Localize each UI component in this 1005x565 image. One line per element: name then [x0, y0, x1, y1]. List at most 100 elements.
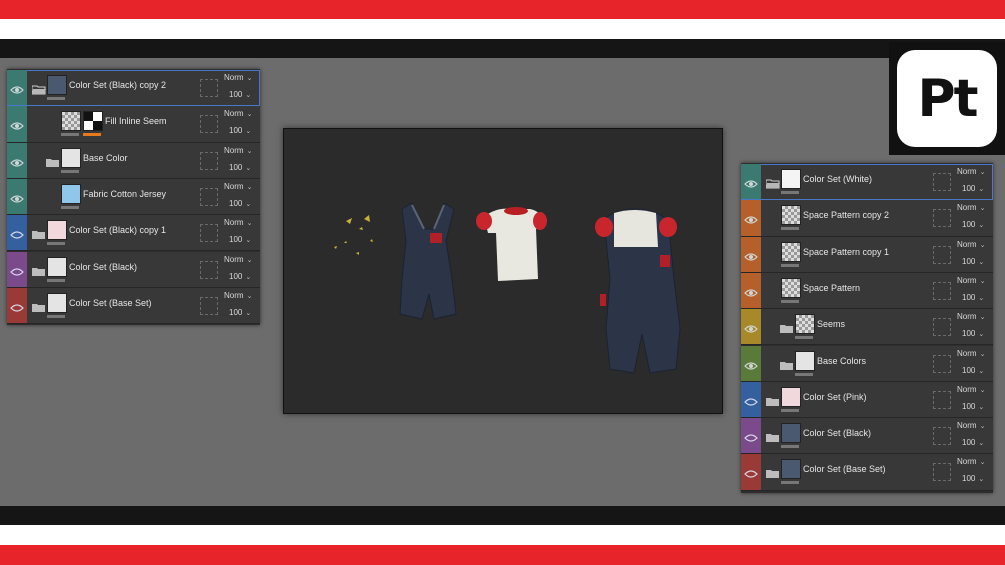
folder-icon[interactable]: [46, 155, 60, 167]
layer-row[interactable]: Seems Norm ⌄ 100 ⌄: [741, 309, 993, 346]
eye-icon[interactable]: [744, 358, 758, 370]
blend-mode-dropdown[interactable]: Norm ⌄: [957, 203, 985, 212]
opacity-dropdown[interactable]: 100 ⌄: [962, 257, 984, 266]
layer-mask-slot[interactable]: [200, 79, 218, 97]
layer-thumbnail[interactable]: [781, 423, 801, 444]
layer-row[interactable]: Fill Inline Seem Norm ⌄ 100 ⌄: [7, 106, 260, 143]
layer-thumbnail[interactable]: [781, 205, 801, 226]
folder-icon[interactable]: [766, 466, 780, 479]
layer-thumbnail[interactable]: [47, 220, 67, 241]
blend-mode-dropdown[interactable]: Norm ⌄: [957, 385, 985, 394]
blend-mode-dropdown[interactable]: Norm ⌄: [957, 312, 985, 321]
blend-mode-dropdown[interactable]: Norm ⌄: [957, 349, 985, 358]
opacity-dropdown[interactable]: 100 ⌄: [962, 220, 984, 229]
layer-mask-slot[interactable]: [200, 224, 218, 243]
opacity-dropdown[interactable]: 100 ⌄: [229, 199, 251, 208]
layer-thumbnail[interactable]: [61, 111, 81, 132]
opacity-dropdown[interactable]: 100 ⌄: [962, 329, 984, 338]
opacity-dropdown[interactable]: 100 ⌄: [962, 438, 984, 447]
layer-mask-slot[interactable]: [933, 318, 951, 337]
eye-closed-icon[interactable]: [744, 430, 758, 442]
opacity-dropdown[interactable]: 100 ⌄: [229, 126, 251, 135]
blend-mode-dropdown[interactable]: Norm ⌄: [957, 276, 985, 285]
layer-mask-slot[interactable]: [200, 115, 218, 134]
layer-row[interactable]: Base Color Norm ⌄ 100 ⌄: [7, 142, 260, 179]
layer-row[interactable]: Color Set (Base Set) Norm ⌄ 100 ⌄: [741, 454, 993, 491]
folder-icon[interactable]: [32, 300, 46, 312]
folder-icon[interactable]: [780, 358, 794, 370]
eye-icon[interactable]: [744, 285, 758, 297]
opacity-dropdown[interactable]: 100 ⌄: [229, 272, 251, 281]
eye-icon[interactable]: [744, 176, 758, 188]
layer-thumbnail[interactable]: [781, 386, 801, 407]
layer-row[interactable]: Color Set (White) Norm ⌄ 100 ⌄: [741, 164, 993, 201]
layer-thumbnail[interactable]: [47, 292, 67, 313]
folder-open-icon[interactable]: [765, 176, 780, 189]
layer-mask-slot[interactable]: [200, 187, 218, 206]
opacity-dropdown[interactable]: 100 ⌄: [962, 474, 984, 483]
opacity-dropdown[interactable]: 100 ⌄: [962, 184, 984, 193]
opacity-dropdown[interactable]: 100 ⌄: [229, 163, 251, 172]
layer-row[interactable]: Color Set (Black) copy 1 Norm ⌄ 100 ⌄: [7, 215, 260, 252]
layer-thumbnail[interactable]: [47, 256, 67, 277]
layer-mask-slot[interactable]: [200, 151, 218, 170]
blend-mode-dropdown[interactable]: Norm ⌄: [957, 240, 985, 249]
blend-mode-dropdown[interactable]: Norm ⌄: [224, 73, 252, 82]
layer-row[interactable]: Color Set (Base Set) Norm ⌄ 100 ⌄: [7, 287, 260, 325]
blend-mode-dropdown[interactable]: Norm ⌄: [957, 421, 985, 430]
blend-mode-dropdown[interactable]: Norm ⌄: [224, 146, 252, 155]
folder-icon[interactable]: [766, 394, 780, 406]
blend-mode-dropdown[interactable]: Norm ⌄: [224, 109, 252, 118]
layer-row[interactable]: Space Pattern copy 2 Norm ⌄ 100 ⌄: [741, 200, 993, 237]
eye-icon[interactable]: [10, 118, 24, 130]
layer-mask-slot[interactable]: [933, 281, 951, 300]
opacity-dropdown[interactable]: 100 ⌄: [229, 308, 251, 317]
folder-icon[interactable]: [780, 321, 794, 334]
layer-thumbnail[interactable]: [795, 314, 815, 335]
layer-thumbnail[interactable]: [781, 277, 801, 298]
layer-mask-slot[interactable]: [933, 390, 951, 409]
folder-open-icon[interactable]: [31, 82, 46, 95]
layer-mask-slot[interactable]: [200, 260, 218, 279]
opacity-dropdown[interactable]: 100 ⌄: [962, 293, 984, 302]
blend-mode-dropdown[interactable]: Norm ⌄: [957, 167, 985, 176]
layer-row[interactable]: Space Pattern copy 1 Norm ⌄ 100 ⌄: [741, 236, 993, 273]
blend-mode-dropdown[interactable]: Norm ⌄: [957, 457, 985, 466]
layer-row[interactable]: Base Colors Norm ⌄ 100 ⌄: [741, 345, 993, 382]
opacity-dropdown[interactable]: 100 ⌄: [229, 90, 251, 99]
opacity-dropdown[interactable]: 100 ⌄: [229, 235, 251, 244]
opacity-dropdown[interactable]: 100 ⌄: [962, 366, 984, 375]
layer-mask-slot[interactable]: [933, 245, 951, 264]
folder-icon[interactable]: [766, 430, 780, 443]
blend-mode-dropdown[interactable]: Norm ⌄: [224, 182, 252, 191]
eye-icon[interactable]: [10, 82, 24, 94]
layer-thumbnail[interactable]: [795, 350, 815, 371]
layer-row[interactable]: Space Pattern Norm ⌄ 100 ⌄: [741, 272, 993, 310]
layer-thumbnail[interactable]: [781, 169, 801, 189]
layer-thumbnail[interactable]: [47, 75, 67, 95]
blend-mode-dropdown[interactable]: Norm ⌄: [224, 291, 252, 300]
eye-closed-icon[interactable]: [744, 466, 758, 478]
layer-row[interactable]: Color Set (Black) copy 2 Norm ⌄ 100 ⌄: [7, 70, 260, 107]
opacity-dropdown[interactable]: 100 ⌄: [962, 402, 984, 411]
layer-row[interactable]: Fabric Cotton Jersey Norm ⌄ 100 ⌄: [7, 178, 260, 216]
eye-icon[interactable]: [10, 155, 24, 167]
eye-closed-icon[interactable]: [10, 300, 24, 312]
blend-mode-dropdown[interactable]: Norm ⌄: [224, 218, 252, 227]
eye-icon[interactable]: [744, 321, 758, 333]
layer-mask-slot[interactable]: [933, 209, 951, 228]
3d-viewport[interactable]: [283, 128, 723, 414]
layer-row[interactable]: Color Set (Black) Norm ⌄ 100 ⌄: [7, 251, 260, 288]
layer-thumbnail[interactable]: [61, 183, 81, 204]
eye-icon[interactable]: [10, 191, 24, 203]
layer-mask-slot[interactable]: [200, 296, 218, 315]
layer-mask-slot[interactable]: [933, 463, 951, 482]
layer-mask-slot[interactable]: [933, 354, 951, 373]
eye-closed-icon[interactable]: [10, 264, 24, 276]
eye-icon[interactable]: [744, 249, 758, 261]
layer-thumbnail[interactable]: [781, 459, 801, 480]
layer-thumbnail[interactable]: [61, 147, 81, 168]
layer-row[interactable]: Color Set (Pink) Norm ⌄ 100 ⌄: [741, 381, 993, 419]
eye-closed-icon[interactable]: [744, 394, 758, 406]
eye-closed-icon[interactable]: [10, 227, 24, 239]
